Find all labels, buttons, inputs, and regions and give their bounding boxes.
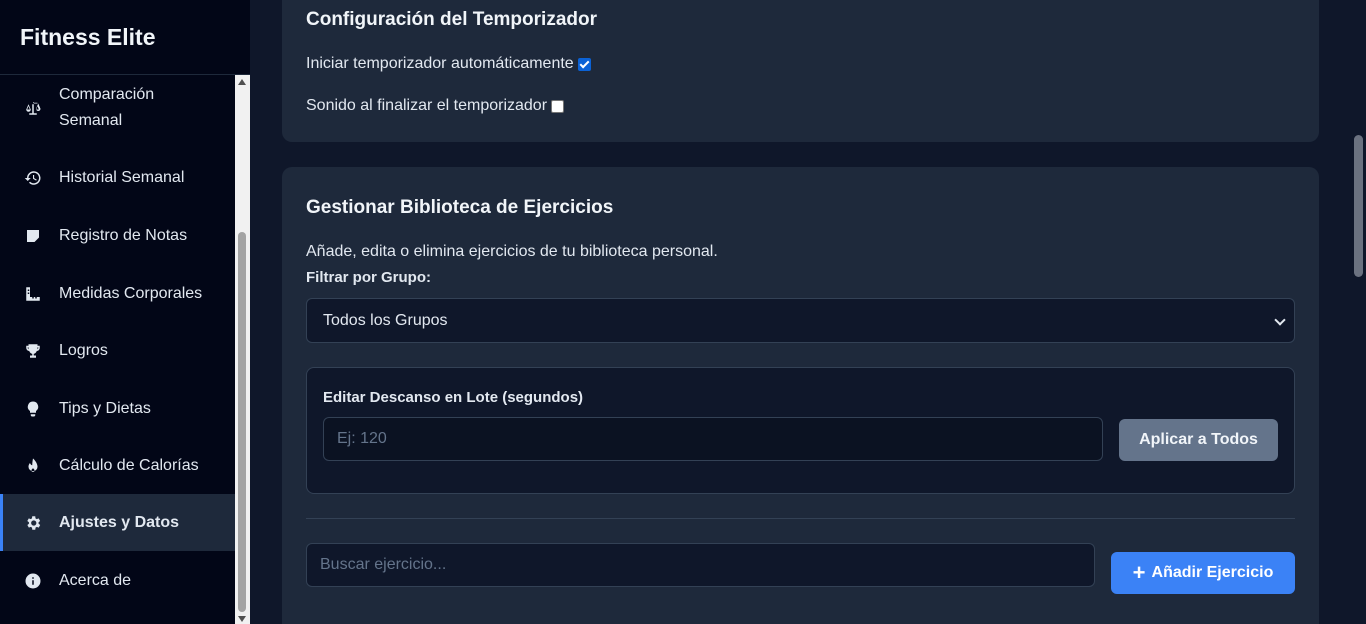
sidebar-item-label: Historial Semanal [59,168,185,186]
auto-start-option[interactable]: Iniciar temporizador automáticamente [306,55,591,73]
sidebar-item-comparacion-semanal[interactable]: Comparación Semanal [0,75,235,140]
library-description: Añade, edita o elimina ejercicios de tu … [306,243,718,260]
sidebar-scroll-up-arrow-icon[interactable] [238,79,246,85]
sidebar-item-label: Logros [59,341,108,359]
sidebar: Fitness Elite Comparación Semanal Histor… [0,0,250,624]
batch-rest-label: Editar Descanso en Lote (segundos) [323,389,584,406]
sidebar-nav: Comparación Semanal Historial Semanal Re… [0,75,235,624]
page-scrollbar-thumb[interactable] [1354,135,1363,277]
sticky-note-icon [22,225,44,247]
sidebar-item-tips-dietas[interactable]: Tips y Dietas [0,386,235,431]
batch-rest-input[interactable]: Ej: 120 [323,417,1103,461]
sidebar-item-logros[interactable]: Logros [0,328,235,373]
fire-icon [22,455,44,477]
sidebar-item-label: Medidas Corporales [59,284,203,302]
sidebar-item-label: Comparación Semanal [59,85,155,129]
scale-balance-icon [22,97,44,119]
app-title: Fitness Elite [0,0,250,75]
auto-start-checkbox[interactable] [577,57,591,71]
add-exercise-button[interactable]: + Añadir Ejercicio [1111,552,1295,594]
timer-settings-title: Configuración del Temporizador [306,9,597,30]
page-scrollbar-track[interactable] [1351,0,1366,624]
sidebar-item-ajustes-datos[interactable]: Ajustes y Datos [0,494,235,551]
group-filter-select[interactable]: Todos los Grupos [306,298,1295,343]
sidebar-item-label: Acerca de [59,571,132,589]
sidebar-item-registro-notas[interactable]: Registro de Notas [0,213,235,258]
sidebar-item-calculo-calorias[interactable]: Cálculo de Calorías [0,443,235,488]
info-icon [22,570,44,592]
ruler-icon [22,283,44,305]
auto-start-label: Iniciar temporizador automáticamente [306,55,574,72]
trophy-icon [22,340,44,362]
sidebar-scrollbar-thumb[interactable] [238,232,246,612]
plus-icon: + [1132,560,1146,585]
add-exercise-label: Añadir Ejercicio [1151,564,1274,581]
sidebar-item-acerca-de[interactable]: Acerca de [0,558,235,603]
timer-settings-card: Configuración del Temporizador Iniciar t… [282,0,1319,142]
gear-icon [22,512,44,534]
sound-label: Sonido al finalizar el temporizador [306,97,548,114]
sound-checkbox[interactable] [551,99,565,113]
library-title: Gestionar Biblioteca de Ejercicios [306,197,614,218]
sidebar-item-medidas-corporales[interactable]: Medidas Corporales [0,271,235,316]
sidebar-item-historial-semanal[interactable]: Historial Semanal [0,155,235,200]
sidebar-item-label: Tips y Dietas [59,399,151,417]
history-icon [22,167,44,189]
exercise-search-input[interactable]: Buscar ejercicio... [306,543,1095,587]
filter-label: Filtrar por Grupo: [306,269,431,286]
sidebar-item-label: Cálculo de Calorías [59,456,199,474]
lightbulb-icon [22,398,44,420]
divider [306,518,1295,519]
chevron-down-icon [1274,314,1286,326]
sidebar-item-label: Registro de Notas [59,226,188,244]
apply-all-button[interactable]: Aplicar a Todos [1119,419,1278,461]
exercise-library-card: Gestionar Biblioteca de Ejercicios Añade… [282,167,1319,624]
sidebar-scroll-down-arrow-icon[interactable] [238,616,246,622]
group-filter-value: Todos los Grupos [323,311,448,329]
sidebar-item-label: Ajustes y Datos [59,513,180,531]
batch-rest-panel: Editar Descanso en Lote (segundos) Ej: 1… [306,367,1295,494]
sound-option[interactable]: Sonido al finalizar el temporizador [306,97,565,115]
